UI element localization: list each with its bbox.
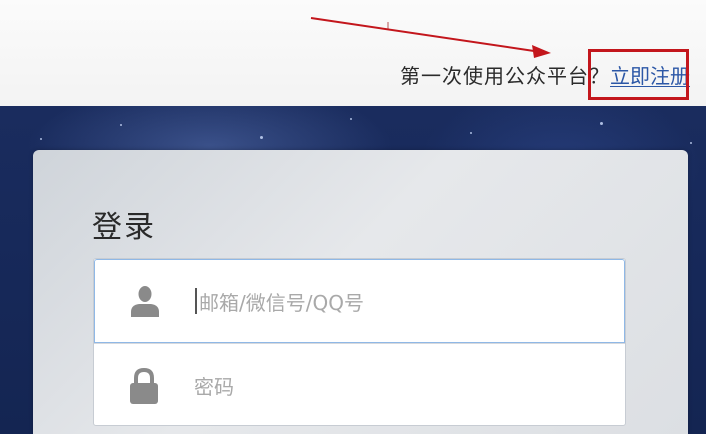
star: [600, 122, 603, 125]
top-bar: 第一次使用公众平台？立即注册: [0, 0, 706, 106]
star: [690, 142, 692, 144]
user-icon: [95, 284, 195, 318]
account-input-placeholder: 邮箱/微信号/QQ号: [199, 290, 364, 315]
star: [470, 132, 472, 134]
register-question: 第一次使用公众平台？: [400, 64, 610, 88]
password-field[interactable]: 密码: [94, 343, 625, 427]
login-fields: 邮箱/微信号/QQ号 密码: [93, 258, 626, 426]
login-title: 登录: [92, 210, 156, 245]
text-caret: [195, 288, 197, 314]
account-field[interactable]: 邮箱/微信号/QQ号: [94, 259, 625, 343]
star: [40, 138, 42, 140]
lock-icon: [94, 367, 194, 405]
annotation-highlight-box: [588, 49, 689, 100]
star: [120, 124, 122, 126]
star: [260, 136, 263, 139]
star: [350, 118, 352, 120]
password-input-placeholder: 密码: [194, 375, 234, 399]
login-panel: 登录 邮箱/微信号/QQ号 密码: [33, 150, 688, 434]
